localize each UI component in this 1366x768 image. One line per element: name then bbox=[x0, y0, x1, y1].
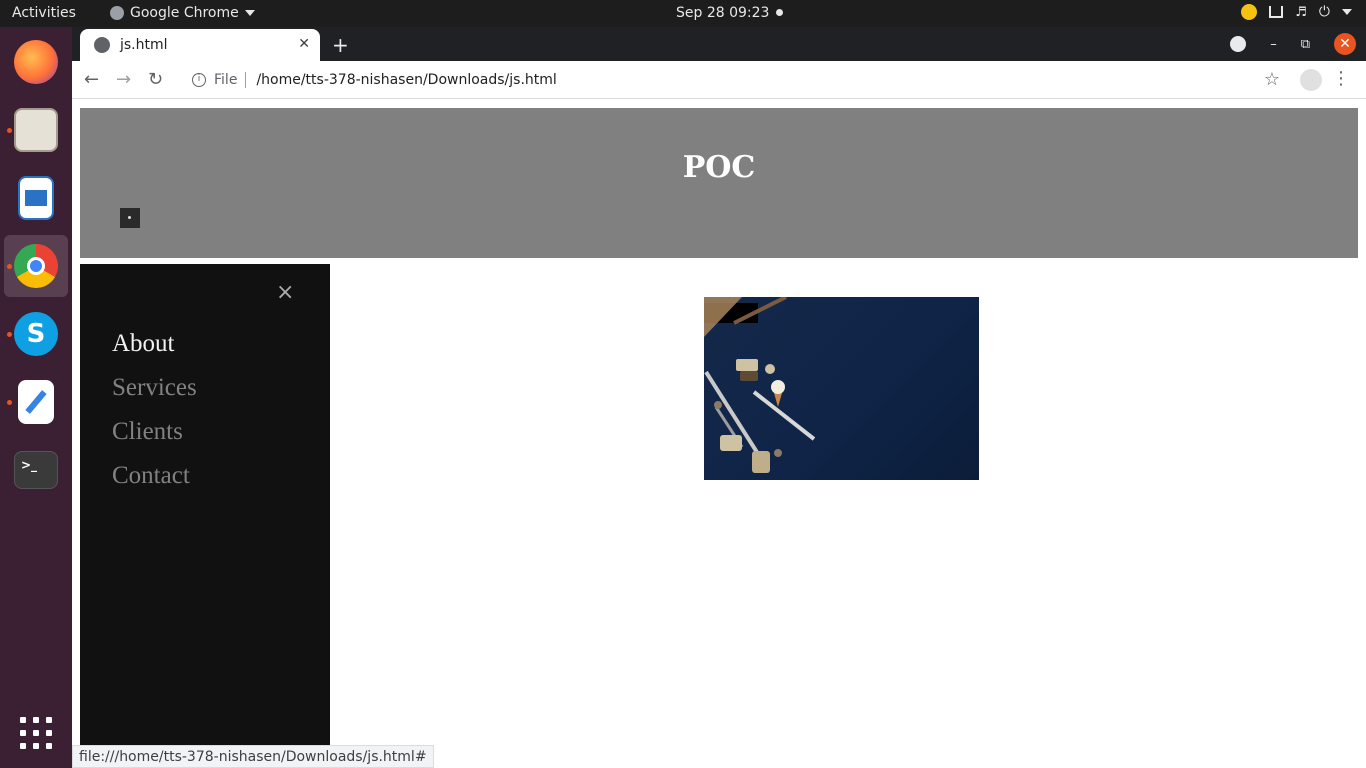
nav-link-clients[interactable]: Clients bbox=[112, 418, 183, 446]
open-menu-button[interactable] bbox=[120, 208, 140, 228]
text-editor-icon bbox=[18, 380, 54, 424]
url-text[interactable]: /home/tts-378-nishasen/Downloads/js.html bbox=[256, 72, 556, 88]
reload-icon[interactable]: ↻ bbox=[148, 69, 163, 90]
site-info-icon[interactable]: i bbox=[192, 73, 206, 87]
web-page: POC × About Services Clients Contact bbox=[72, 100, 1366, 768]
show-applications-icon[interactable] bbox=[20, 717, 52, 749]
nav-link-about[interactable]: About bbox=[112, 330, 175, 358]
running-indicator bbox=[7, 264, 12, 269]
url-scheme-label: File bbox=[214, 72, 247, 88]
stationery-illustration bbox=[704, 297, 816, 473]
stationery-photo bbox=[704, 297, 979, 480]
network-icon[interactable] bbox=[1269, 6, 1284, 18]
system-tray[interactable]: ♬ ⏻ bbox=[1241, 4, 1352, 20]
browser-toolbar: ← → ↻ i File /home/tts-378-nishasen/Down… bbox=[72, 61, 1366, 99]
page-header: POC bbox=[80, 108, 1358, 258]
back-arrow-icon[interactable]: ← bbox=[84, 69, 99, 90]
page-title: POC bbox=[682, 150, 756, 185]
globe-icon bbox=[94, 37, 110, 53]
dock-firefox[interactable] bbox=[4, 31, 68, 93]
dock-files[interactable] bbox=[4, 99, 68, 161]
new-tab-button[interactable]: + bbox=[332, 33, 349, 57]
window-close-button[interactable]: ✕ bbox=[1334, 33, 1356, 55]
minimize-button[interactable]: – bbox=[1270, 37, 1277, 52]
browser-tab[interactable]: js.html ✕ bbox=[80, 29, 320, 61]
browser-menu-icon[interactable]: ⋮ bbox=[1332, 68, 1350, 89]
clock[interactable]: Sep 28 09:23 bbox=[676, 5, 769, 21]
running-indicator bbox=[7, 128, 12, 133]
nav-link-contact[interactable]: Contact bbox=[112, 462, 190, 490]
bookmark-star-icon[interactable]: ☆ bbox=[1264, 69, 1280, 90]
update-notifier-icon[interactable] bbox=[1241, 4, 1258, 20]
activities-button[interactable]: Activities bbox=[12, 5, 76, 21]
system-menu-chevron-icon[interactable] bbox=[1342, 9, 1352, 15]
libreoffice-writer-icon bbox=[18, 176, 54, 220]
notification-dot-icon bbox=[776, 9, 783, 16]
skype-icon: S bbox=[14, 312, 58, 356]
dock: S >_ bbox=[0, 27, 72, 768]
window-controls: – ⧉ ✕ bbox=[1230, 33, 1356, 55]
nav-link-services[interactable]: Services bbox=[112, 374, 197, 402]
side-navigation: × About Services Clients Contact bbox=[80, 264, 330, 768]
tab-search-icon[interactable] bbox=[1230, 36, 1247, 52]
dock-writer[interactable] bbox=[4, 167, 68, 229]
status-bar-url: file:///home/tts-378-nishasen/Downloads/… bbox=[72, 745, 434, 768]
volume-icon[interactable]: ♬ bbox=[1295, 5, 1307, 20]
address-bar[interactable]: i File /home/tts-378-nishasen/Downloads/… bbox=[180, 65, 1290, 95]
forward-arrow-icon[interactable]: → bbox=[116, 69, 131, 90]
browser-tab-strip: js.html ✕ + – ⧉ ✕ bbox=[72, 27, 1366, 61]
tab-title: js.html bbox=[120, 37, 168, 53]
running-indicator bbox=[7, 400, 12, 405]
dock-chrome[interactable] bbox=[4, 235, 68, 297]
power-icon[interactable]: ⏻ bbox=[1319, 4, 1330, 20]
running-indicator bbox=[7, 332, 12, 337]
chrome-small-icon bbox=[110, 6, 124, 20]
chevron-down-icon bbox=[244, 10, 255, 16]
files-icon bbox=[14, 108, 58, 152]
close-nav-button[interactable]: × bbox=[276, 280, 294, 305]
profile-avatar-icon[interactable] bbox=[1300, 69, 1322, 91]
app-menu-label: Google Chrome bbox=[130, 5, 239, 21]
restore-button[interactable]: ⧉ bbox=[1301, 37, 1310, 52]
firefox-icon bbox=[14, 40, 58, 84]
dock-terminal[interactable]: >_ bbox=[4, 439, 68, 501]
chrome-icon bbox=[14, 244, 58, 288]
terminal-icon: >_ bbox=[14, 451, 58, 489]
system-top-bar: Activities Google Chrome Sep 28 09:23 ♬ … bbox=[0, 0, 1366, 27]
dock-skype[interactable]: S bbox=[4, 303, 68, 365]
app-menu[interactable]: Google Chrome bbox=[110, 5, 255, 21]
tab-close-icon[interactable]: ✕ bbox=[298, 36, 310, 52]
dock-text-editor[interactable] bbox=[4, 371, 68, 433]
